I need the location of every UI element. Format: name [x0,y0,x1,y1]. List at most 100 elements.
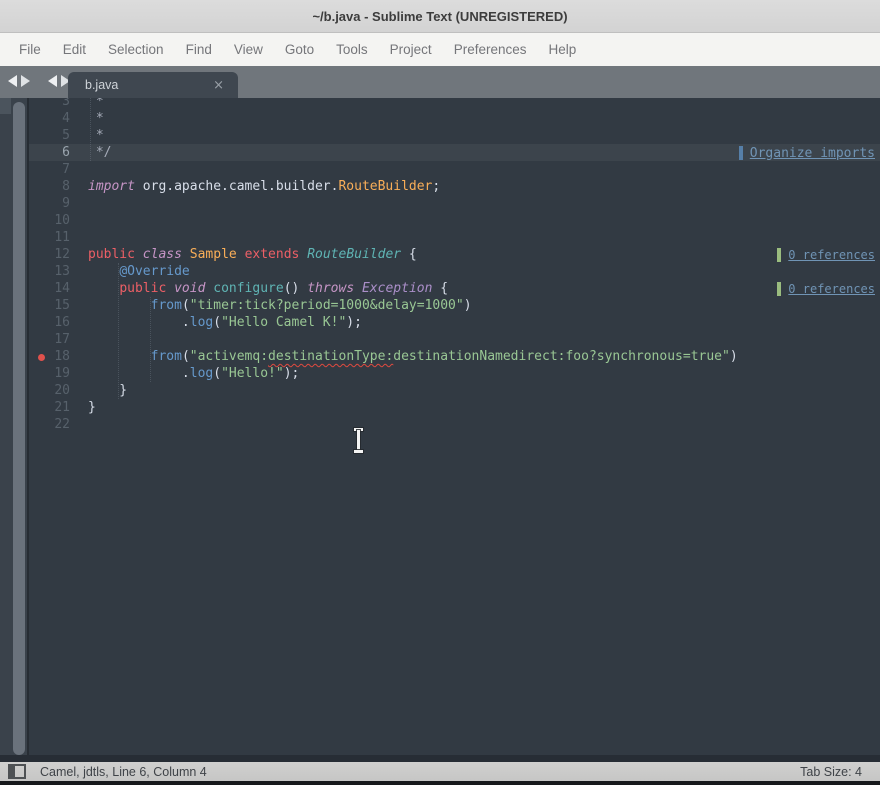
tab-nav-arrows [8,75,70,87]
phantom-0-references: 0 references [777,247,875,263]
code-line-8: 8import org.apache.camel.builder.RouteBu… [29,178,880,195]
line-number[interactable]: 3 [29,98,80,110]
phantom-link[interactable]: 0 references [788,282,875,296]
window-title: ~/b.java - Sublime Text (UNREGISTERED) [312,9,567,24]
menu-selection[interactable]: Selection [97,42,175,57]
line-number[interactable]: 7 [29,161,80,178]
code-line-12: 12public class Sample extends RouteBuild… [29,246,880,263]
window-bottom-edge [0,781,880,785]
line-number[interactable]: 10 [29,212,80,229]
line-number[interactable]: 11 [29,229,80,246]
tab-size-indicator[interactable]: Tab Size: 4 [800,765,862,779]
line-number[interactable]: 15 [29,297,80,314]
phantom-bar [777,282,781,296]
line-number[interactable]: 21 [29,399,80,416]
tab-label: b.java [68,78,213,92]
code-text [80,331,880,348]
code-text [80,212,880,229]
code-editor[interactable]: 3 *4 *5 *6 */78import org.apache.camel.b… [29,98,880,762]
tab-scroll-right-icon[interactable] [21,75,30,87]
tab-history-back-icon[interactable] [48,75,57,87]
tab-bar: b.java × [0,66,880,98]
menu-find[interactable]: Find [175,42,223,57]
code-line-17: 17 [29,331,880,348]
code-line-14: 14 public void configure() throws Except… [29,280,880,297]
code-text [80,229,880,246]
code-line-5: 5 * [29,127,880,144]
breakpoint-dot-icon [38,354,45,361]
code-text: public void configure() throws Exception… [80,280,880,297]
phantom-bar [739,146,743,160]
menu-view[interactable]: View [223,42,274,57]
code-line-9: 9 [29,195,880,212]
code-text: * [80,98,880,110]
code-line-19: 19 .log("Hello!"); [29,365,880,382]
code-text: .log("Hello!"); [80,365,880,382]
menu-bar: FileEditSelectionFindViewGotoToolsProjec… [0,33,880,66]
code-text [80,161,880,178]
mouse-ibeam-cursor [352,428,366,454]
code-text: } [80,382,880,399]
code-text: public class Sample extends RouteBuilder… [80,246,880,263]
menu-goto[interactable]: Goto [274,42,325,57]
code-text: } [80,399,880,416]
line-number[interactable]: 8 [29,178,80,195]
code-text: * [80,127,880,144]
phantom-link[interactable]: 0 references [788,248,875,262]
tab-close-icon[interactable]: × [213,78,238,93]
sidebar-toggle-icon[interactable] [8,764,26,779]
status-bar: Camel, jdtls, Line 6, Column 4 Tab Size:… [0,762,880,781]
tab-scroll-left-icon[interactable] [8,75,17,87]
line-number[interactable]: 6 [29,144,80,161]
code-line-20: 20 } [29,382,880,399]
code-line-7: 7 [29,161,880,178]
editor-area: 3 *4 *5 *6 */78import org.apache.camel.b… [0,98,880,762]
code-text: import org.apache.camel.builder.RouteBui… [80,178,880,195]
phantom-bar [777,248,781,262]
menu-project[interactable]: Project [379,42,443,57]
code-line-15: 15 from("timer:tick?period=1000&delay=10… [29,297,880,314]
line-number[interactable]: 16 [29,314,80,331]
line-number[interactable]: 19 [29,365,80,382]
editor-bottom-strip [0,755,880,762]
code-text: * [80,110,880,127]
phantom-organize-imports: Organize imports [739,145,875,161]
left-panel-scrollbar[interactable] [13,102,25,755]
left-panel [0,98,29,762]
code-text: from("activemq:destinationType:destinati… [80,348,880,365]
line-number[interactable]: 22 [29,416,80,433]
phantom-link[interactable]: Organize imports [750,146,875,161]
line-number[interactable]: 4 [29,110,80,127]
code-line-4: 4 * [29,110,880,127]
code-line-3: 3 * [29,98,880,110]
code-line-18: 18 from("activemq:destinationType:destin… [29,348,880,365]
line-number[interactable]: 13 [29,263,80,280]
line-number[interactable]: 20 [29,382,80,399]
code-text: @Override [80,263,880,280]
menu-file[interactable]: File [8,42,52,57]
code-line-16: 16 .log("Hello Camel K!"); [29,314,880,331]
left-panel-corner [0,98,11,114]
code-text [80,195,880,212]
code-line-22: 22 [29,416,880,433]
code-text [80,416,880,433]
menu-preferences[interactable]: Preferences [443,42,538,57]
code-text: from("timer:tick?period=1000&delay=1000"… [80,297,880,314]
status-text: Camel, jdtls, Line 6, Column 4 [40,765,800,779]
code-line-10: 10 [29,212,880,229]
line-number[interactable]: 12 [29,246,80,263]
menu-help[interactable]: Help [538,42,588,57]
line-number[interactable]: 14 [29,280,80,297]
code-line-11: 11 [29,229,880,246]
line-number[interactable]: 17 [29,331,80,348]
code-text: .log("Hello Camel K!"); [80,314,880,331]
menu-edit[interactable]: Edit [52,42,97,57]
tab-b-java[interactable]: b.java × [68,72,238,98]
line-number[interactable]: 9 [29,195,80,212]
code-line-13: 13 @Override [29,263,880,280]
code-line-21: 21} [29,399,880,416]
sublime-text-window: ~/b.java - Sublime Text (UNREGISTERED) F… [0,0,880,785]
line-number[interactable]: 5 [29,127,80,144]
line-number[interactable]: 18 [29,348,80,365]
menu-tools[interactable]: Tools [325,42,379,57]
